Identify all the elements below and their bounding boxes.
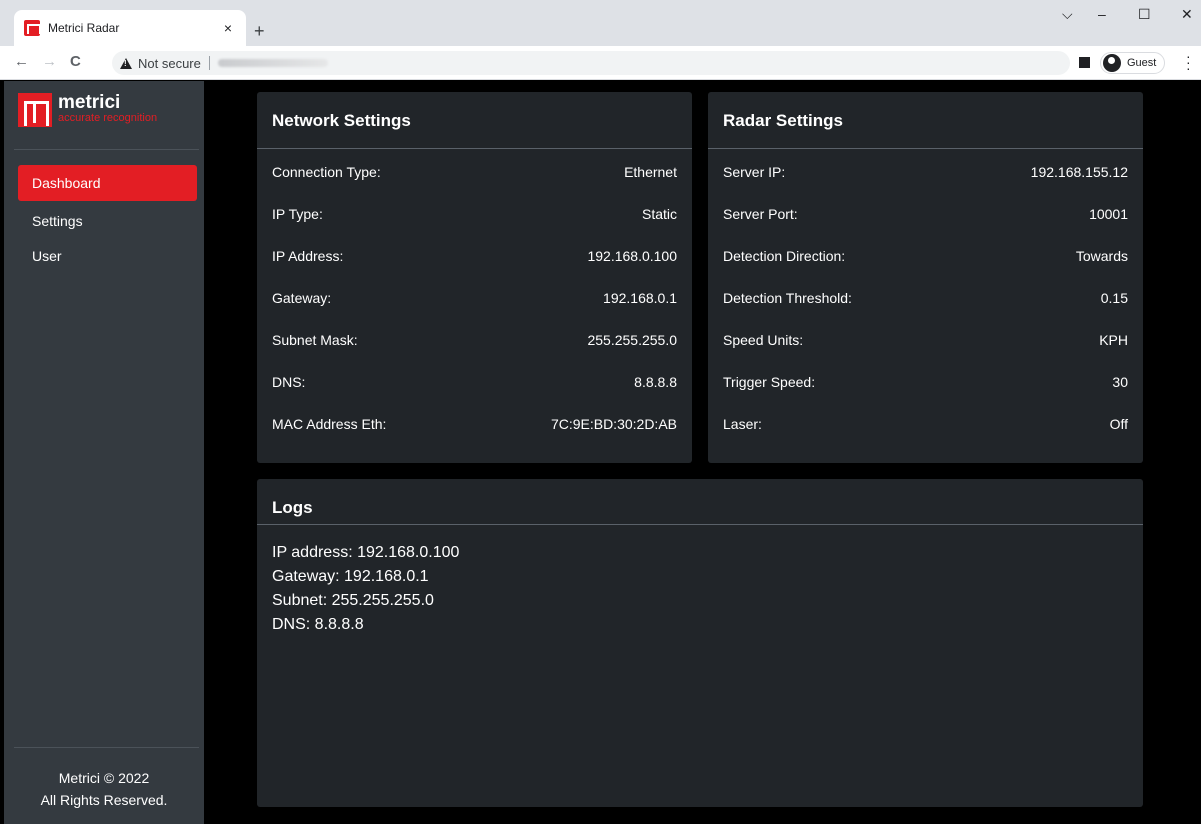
row-value: 255.255.255.0: [587, 332, 677, 348]
radar-settings-card: Radar Settings Server IP: 192.168.155.12 …: [708, 92, 1143, 463]
brand-tagline: accurate recognition: [58, 112, 158, 124]
side-panel-icon[interactable]: [1079, 57, 1090, 68]
browser-tab[interactable]: Metrici Radar ×: [14, 10, 246, 46]
metrici-logo-icon: [18, 93, 52, 127]
row-label: Server IP:: [723, 164, 786, 180]
log-line: DNS: 8.8.8.8: [272, 616, 364, 633]
row-label: Speed Units:: [723, 332, 804, 348]
row-label: MAC Address Eth:: [272, 416, 387, 432]
url-separator: [208, 56, 210, 70]
row-label: Detection Direction:: [723, 248, 846, 264]
row-label: DNS:: [272, 374, 306, 390]
card-divider: [257, 148, 692, 149]
profile-avatar-icon: [1103, 54, 1121, 72]
logs-output: IP address: 192.168.0.100 Gateway: 192.1…: [272, 541, 459, 637]
brand-logo[interactable]: metrici accurate recognition: [18, 93, 157, 127]
row-value: 30: [1112, 374, 1128, 390]
profile-label: Guest: [1127, 57, 1157, 69]
log-line: Subnet: 255.255.255.0: [272, 592, 434, 609]
row-value: 0.15: [1100, 290, 1128, 306]
radar-row: Speed Units: KPH: [723, 332, 1128, 352]
radar-row: Server Port: 10001: [723, 206, 1128, 226]
new-tab-button[interactable]: +: [254, 22, 265, 40]
sidebar-item-user[interactable]: User: [18, 238, 197, 274]
row-value: 8.8.8.8: [634, 374, 677, 390]
network-row: IP Address: 192.168.0.100: [272, 248, 677, 268]
metrici-favicon-icon: [24, 20, 41, 36]
row-value: 192.168.0.1: [603, 290, 677, 306]
radar-row: Detection Direction: Towards: [723, 248, 1128, 268]
sidebar-item-settings[interactable]: Settings: [18, 203, 197, 239]
tab-search-icon[interactable]: ⌵: [1062, 6, 1073, 23]
browser-toolbar: ← → C Not secure Guest ···: [0, 46, 1201, 80]
back-icon[interactable]: ←: [14, 54, 29, 70]
browser-menu-icon[interactable]: · · ·: [1186, 49, 1191, 75]
forward-icon[interactable]: →: [42, 54, 57, 70]
row-label: Connection Type:: [272, 164, 381, 180]
network-row: IP Type: Static: [272, 206, 677, 226]
network-row: MAC Address Eth: 7C:9E:BD:30:2D:AB: [272, 416, 677, 436]
radar-row: Laser: Off: [723, 416, 1128, 436]
row-value: 10001: [1089, 206, 1128, 222]
browser-tab-bar: Metrici Radar × + ⌵ – ☐ ✕: [0, 0, 1201, 46]
row-label: Subnet Mask:: [272, 332, 358, 348]
row-value: KPH: [1099, 332, 1128, 348]
footer-rights: All Rights Reserved.: [40, 792, 168, 808]
close-window-icon[interactable]: ✕: [1181, 6, 1193, 23]
tab-title: Metrici Radar: [48, 21, 120, 35]
url-text-blurred: [217, 59, 328, 67]
footer-copyright: Metrici © 2022: [58, 770, 150, 786]
reload-icon[interactable]: C: [70, 54, 81, 70]
row-label: IP Address:: [272, 248, 344, 264]
row-value: Towards: [1075, 248, 1128, 264]
row-label: Server Port:: [723, 206, 798, 222]
sidebar-item-dashboard[interactable]: Dashboard: [18, 165, 197, 201]
network-settings-title: Network Settings: [272, 111, 411, 130]
row-value: 7C:9E:BD:30:2D:AB: [550, 416, 677, 432]
log-line: IP address: 192.168.0.100: [272, 544, 460, 561]
sidebar-divider-top: [14, 149, 199, 150]
network-row: DNS: 8.8.8.8: [272, 374, 677, 394]
minimize-icon[interactable]: –: [1098, 6, 1106, 22]
row-value: Off: [1109, 416, 1128, 432]
radar-settings-title: Radar Settings: [723, 111, 843, 130]
sidebar: metrici accurate recognition Dashboard S…: [4, 81, 204, 824]
card-divider: [257, 524, 1143, 525]
card-divider: [708, 148, 1143, 149]
row-label: Detection Threshold:: [723, 290, 852, 306]
network-row: Connection Type: Ethernet: [272, 164, 677, 184]
row-value: 192.168.155.12: [1030, 164, 1128, 180]
warning-icon: [120, 57, 132, 69]
row-label: Trigger Speed:: [723, 374, 816, 390]
page: metrici accurate recognition Dashboard S…: [0, 81, 1201, 824]
address-bar[interactable]: Not secure: [112, 51, 1070, 75]
row-label: Gateway:: [272, 290, 332, 306]
network-settings-card: Network Settings Connection Type: Etherne…: [257, 92, 692, 463]
row-label: IP Type:: [272, 206, 323, 222]
row-value: 192.168.0.100: [587, 248, 677, 264]
logs-title: Logs: [272, 498, 313, 517]
maximize-icon[interactable]: ☐: [1138, 6, 1151, 23]
radar-row: Detection Threshold: 0.15: [723, 290, 1128, 310]
log-line: Gateway: 192.168.0.1: [272, 568, 429, 585]
brand-name: metrici: [58, 92, 121, 113]
radar-row: Trigger Speed: 30: [723, 374, 1128, 394]
radar-row: Server IP: 192.168.155.12: [723, 164, 1128, 184]
network-row: Subnet Mask: 255.255.255.0: [272, 332, 677, 352]
logs-card: Logs IP address: 192.168.0.100 Gateway: …: [257, 479, 1143, 807]
row-value: Static: [641, 206, 677, 222]
row-value: Ethernet: [624, 164, 677, 180]
security-status[interactable]: Not secure: [138, 56, 201, 71]
profile-button[interactable]: Guest: [1100, 52, 1166, 74]
sidebar-footer: Metrici © 2022 All Rights Reserved.: [4, 767, 204, 811]
sidebar-divider-bottom: [14, 747, 199, 748]
row-label: Laser:: [723, 416, 762, 432]
network-row: Gateway: 192.168.0.1: [272, 290, 677, 310]
tab-close-icon[interactable]: ×: [220, 20, 236, 36]
